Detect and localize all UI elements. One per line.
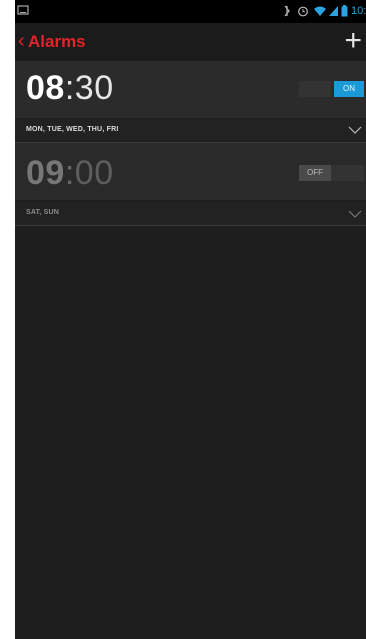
signal-icon	[329, 6, 338, 16]
toggle-track	[331, 165, 364, 181]
alarm-hour: 08	[26, 69, 65, 107]
alarm-time[interactable]: 09:00	[26, 153, 114, 193]
alarm-hour: 09	[26, 154, 65, 192]
alarm-toggle[interactable]: ON	[299, 81, 364, 97]
alarm-colon: :	[64, 154, 75, 192]
alarm-minute: 30	[74, 69, 114, 107]
repeat-days: MON, TUE, WED, THU, FRI	[26, 126, 119, 133]
chevron-down-icon[interactable]	[348, 126, 362, 134]
repeat-days-row[interactable]: MON, TUE, WED, THU, FRI	[15, 119, 366, 141]
chevron-down-icon[interactable]	[348, 210, 362, 218]
toggle-off-label: OFF	[299, 165, 331, 181]
alarm-icon	[298, 6, 308, 17]
screenshot-icon	[17, 5, 29, 15]
toggle-track	[299, 81, 331, 97]
toggle-on-label: ON	[334, 81, 364, 97]
repeat-days-row[interactable]: SAT, SUN	[15, 201, 366, 225]
status-time: 10:2	[351, 5, 366, 17]
page-title[interactable]: Alarms	[28, 32, 86, 52]
nfc-icon	[284, 5, 290, 17]
alarm-toggle[interactable]: OFF	[299, 165, 364, 181]
wifi-icon	[314, 6, 326, 16]
alarm-item[interactable]: 09:00 OFF	[15, 143, 366, 200]
alarm-minute: 00	[74, 154, 114, 192]
battery-icon	[341, 5, 348, 17]
status-bar: 10:2	[15, 0, 366, 23]
alarm-item[interactable]: 08:30 ON	[15, 61, 366, 118]
divider	[15, 225, 366, 226]
alarm-screen: 10:2 ‹ Alarms + 08:30 ON MON, TUE, WED, …	[15, 0, 366, 639]
repeat-days: SAT, SUN	[26, 209, 59, 216]
alarm-time[interactable]: 08:30	[26, 68, 114, 108]
alarm-colon: :	[64, 69, 75, 107]
back-icon[interactable]: ‹	[18, 31, 25, 51]
add-alarm-button[interactable]: +	[344, 26, 362, 56]
action-bar: ‹ Alarms +	[15, 23, 366, 61]
